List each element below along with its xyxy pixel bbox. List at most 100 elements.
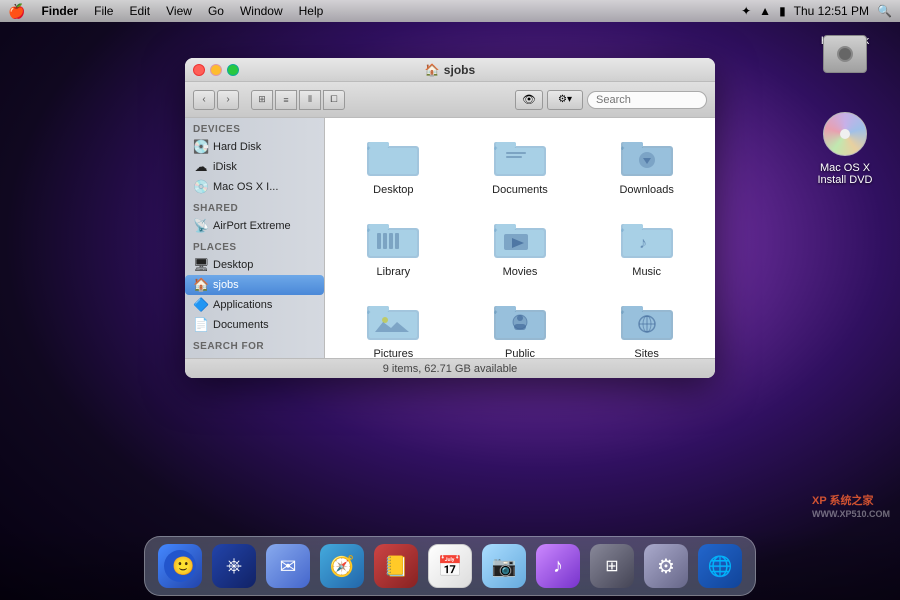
sidebar-item-documents[interactable]: 📄 Documents — [185, 315, 324, 335]
file-item-sites[interactable]: Sites — [588, 292, 705, 358]
sidebar-item-airport[interactable]: 📡 AirPort Extreme — [185, 216, 324, 236]
sidebar-item-desktop[interactable]: 🖥 Desktop — [185, 255, 324, 275]
ical-dock-icon: 📅 — [428, 544, 472, 588]
file-label-movies: Movies — [503, 266, 538, 278]
folder-icon-public — [492, 296, 548, 344]
clock: Thu 12:51 PM — [794, 4, 869, 18]
svg-text:♪: ♪ — [639, 235, 647, 252]
dock-item-iphoto[interactable]: 📷 — [479, 541, 529, 591]
dock-item-mail[interactable]: ✉ — [263, 541, 313, 591]
dock-item-finder[interactable]: 🙂 — [155, 541, 205, 591]
file-label-music: Music — [632, 266, 661, 278]
apple-menu[interactable]: 🍎 — [8, 3, 25, 20]
folder-icon-sites — [619, 296, 675, 344]
idisk-label: iDisk — [213, 161, 237, 173]
desktop-sidebar-label: Desktop — [213, 259, 253, 271]
view-cover-button[interactable]: ⧠ — [323, 90, 345, 110]
quick-look-button[interactable]: 👁 — [515, 90, 543, 110]
menubar-file[interactable]: File — [86, 2, 121, 20]
titlebar-title: 🏠 sjobs — [425, 63, 475, 77]
menubar: 🍎 Finder File Edit View Go Window Help ✦… — [0, 0, 900, 22]
harddisk-sidebar-label: Hard Disk — [213, 141, 261, 153]
battery-icon[interactable]: ▮ — [779, 4, 786, 18]
airport-icon: 📡 — [193, 218, 209, 234]
action-button[interactable]: ⚙▾ — [547, 90, 583, 110]
home-icon: 🏠 — [425, 63, 440, 77]
sidebar: DEVICES 💽 Hard Disk ☁ iDisk 💿 Mac OS X I… — [185, 118, 325, 358]
menubar-help[interactable]: Help — [291, 2, 332, 20]
minimize-button[interactable] — [210, 64, 222, 76]
sidebar-section-devices: DEVICES — [185, 118, 324, 137]
sidebar-section-places: PLACES — [185, 236, 324, 255]
file-item-movies[interactable]: Movies — [462, 210, 579, 282]
dock-item-internet[interactable]: 🌐 — [695, 541, 745, 591]
view-list-button[interactable]: ≡ — [275, 90, 297, 110]
file-label-documents: Documents — [492, 184, 548, 196]
safari-dock-icon: 🧭 — [320, 544, 364, 588]
itunes-dock-icon: ♪ — [536, 544, 580, 588]
traffic-lights — [193, 64, 239, 76]
dock-item-dashboard[interactable]: ⎈ — [209, 541, 259, 591]
desktop-icon-harddisk[interactable]: Hard Disk — [805, 35, 885, 47]
folder-icon-music: ♪ — [619, 214, 675, 262]
dock-item-safari[interactable]: 🧭 — [317, 541, 367, 591]
view-icon-button[interactable]: ⊞ — [251, 90, 273, 110]
internet-dock-icon: 🌐 — [698, 544, 742, 588]
applications-label: Applications — [213, 299, 272, 311]
folder-icon-pictures — [365, 296, 421, 344]
dock-item-ical[interactable]: 📅 — [425, 541, 475, 591]
sidebar-item-idisk[interactable]: ☁ iDisk — [185, 157, 324, 177]
file-item-downloads[interactable]: Downloads — [588, 128, 705, 200]
sjobs-label: sjobs — [213, 279, 239, 291]
forward-button[interactable]: › — [217, 90, 239, 110]
sysprefs-dock-icon: ⚙ — [644, 544, 688, 588]
file-label-library: Library — [377, 266, 411, 278]
view-column-button[interactable]: ⫴ — [299, 90, 321, 110]
file-item-public[interactable]: Public — [462, 292, 579, 358]
file-label-desktop: Desktop — [373, 184, 413, 196]
dock-item-expose[interactable]: ⊞ — [587, 541, 637, 591]
macosx-label: Mac OS X I... — [213, 181, 278, 193]
menubar-edit[interactable]: Edit — [121, 2, 158, 20]
menubar-view[interactable]: View — [158, 2, 200, 20]
maximize-button[interactable] — [227, 64, 239, 76]
file-item-library[interactable]: Library — [335, 210, 452, 282]
dock-item-itunes[interactable]: ♪ — [533, 541, 583, 591]
file-item-documents[interactable]: Documents — [462, 128, 579, 200]
sidebar-item-macosx[interactable]: 💿 Mac OS X I... — [185, 177, 324, 197]
menubar-finder[interactable]: Finder — [33, 2, 86, 20]
file-item-pictures[interactable]: Pictures — [335, 292, 452, 358]
documents-icon: 📄 — [193, 317, 209, 333]
dock-item-sysprefs[interactable]: ⚙ — [641, 541, 691, 591]
watermark: XP 系统之家WWW.XP510.COM — [812, 492, 890, 520]
wifi-icon[interactable]: ▲ — [759, 4, 771, 18]
file-item-music[interactable]: ♪ Music — [588, 210, 705, 282]
sidebar-item-applications[interactable]: 🔷 Applications — [185, 295, 324, 315]
dock-background: 🙂 ⎈ ✉ 🧭 — [144, 536, 756, 596]
documents-label: Documents — [213, 319, 269, 331]
dock-item-addressbook[interactable]: 📒 — [371, 541, 421, 591]
status-text: 9 items, 62.71 GB available — [383, 363, 518, 375]
menubar-window[interactable]: Window — [232, 2, 291, 20]
file-item-desktop[interactable]: Desktop — [335, 128, 452, 200]
close-button[interactable] — [193, 64, 205, 76]
idisk-icon: ☁ — [193, 159, 209, 175]
macosx-icon: 💿 — [193, 179, 209, 195]
sidebar-item-harddisk[interactable]: 💽 Hard Disk — [185, 137, 324, 157]
spotlight-icon[interactable]: 🔍 — [877, 4, 892, 18]
folder-icon-documents — [492, 132, 548, 180]
menubar-right: ✦ ▲ ▮ Thu 12:51 PM 🔍 — [741, 4, 892, 18]
search-input[interactable] — [587, 91, 707, 109]
back-button[interactable]: ‹ — [193, 90, 215, 110]
menubar-go[interactable]: Go — [200, 2, 232, 20]
finder-main: DEVICES 💽 Hard Disk ☁ iDisk 💿 Mac OS X I… — [185, 118, 715, 358]
addressbook-dock-icon: 📒 — [374, 544, 418, 588]
sidebar-item-sjobs[interactable]: 🏠 sjobs — [185, 275, 324, 295]
dock: 🙂 ⎈ ✉ 🧭 — [0, 528, 900, 600]
view-buttons: ⊞ ≡ ⫴ ⧠ — [251, 90, 345, 110]
dvd-icon-img — [821, 110, 869, 158]
sidebar-section-search: SEARCH FOR — [185, 335, 324, 354]
desktop-icon-dvd[interactable]: Mac OS X Install DVD — [805, 110, 885, 186]
file-label-pictures: Pictures — [373, 348, 413, 358]
bluetooth-icon[interactable]: ✦ — [741, 4, 751, 18]
